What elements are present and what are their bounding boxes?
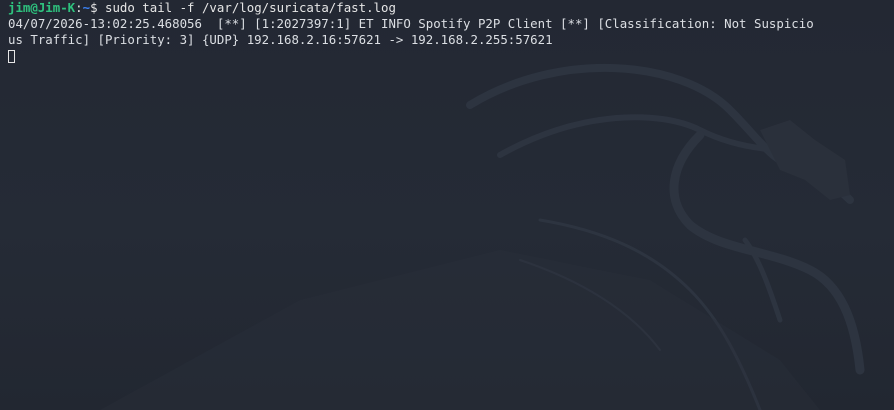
log-line: 04/07/2026-13:02:25.468056 [**] [1:20273…: [8, 16, 814, 31]
prompt-separator: :: [75, 0, 83, 15]
terminal-scrollbar[interactable]: [888, 0, 894, 410]
prompt-symbol: $: [90, 0, 105, 15]
command-text: sudo tail -f /var/log/suricata/fast.log: [105, 0, 396, 15]
prompt-path: ~: [82, 0, 91, 15]
prompt-user-host: jim@Jim-K: [8, 0, 76, 15]
terminal-window[interactable]: jim@Jim-K:~$ sudo tail -f /var/log/suric…: [0, 0, 894, 410]
terminal-output[interactable]: jim@Jim-K:~$ sudo tail -f /var/log/suric…: [8, 0, 888, 64]
cursor-line: [8, 48, 888, 64]
log-line: us Traffic] [Priority: 3] {UDP} 192.168.…: [8, 32, 553, 47]
command-line: jim@Jim-K:~$ sudo tail -f /var/log/suric…: [8, 0, 888, 16]
text-cursor[interactable]: [8, 50, 15, 63]
